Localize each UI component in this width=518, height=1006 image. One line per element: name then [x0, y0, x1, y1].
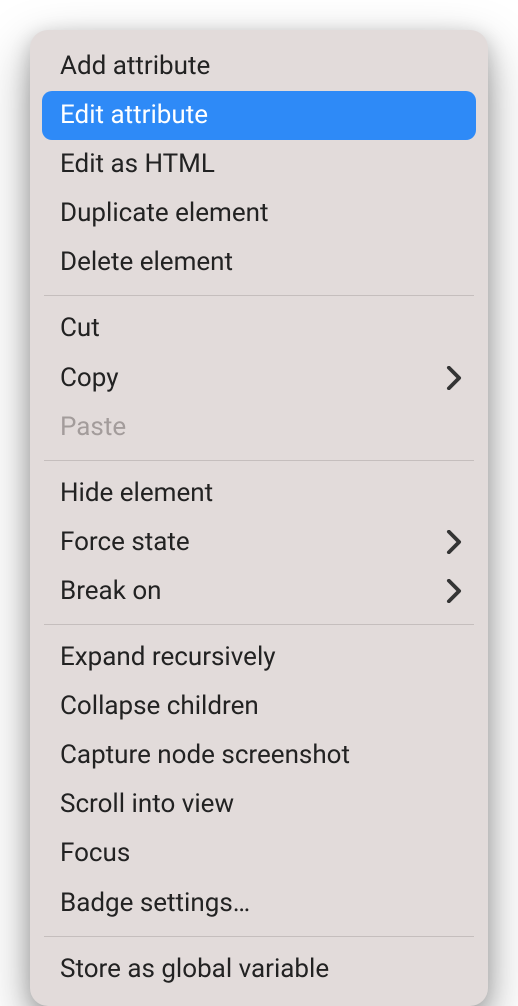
menu-item-label: Expand recursively	[60, 640, 462, 675]
menu-item-label: Copy	[60, 361, 434, 396]
menu-item-edit-as-html[interactable]: Edit as HTML	[30, 140, 488, 189]
menu-item-delete-element[interactable]: Delete element	[30, 238, 488, 287]
menu-item-scroll-into-view[interactable]: Scroll into view	[30, 780, 488, 829]
menu-item-copy[interactable]: Copy	[30, 354, 488, 403]
menu-separator	[44, 624, 474, 625]
menu-item-label: Paste	[60, 410, 462, 445]
menu-item-edit-attribute[interactable]: Edit attribute	[42, 91, 476, 140]
menu-item-label: Store as global variable	[60, 952, 462, 987]
menu-item-label: Scroll into view	[60, 787, 462, 822]
chevron-right-icon	[446, 530, 462, 554]
menu-item-label: Add attribute	[60, 49, 462, 84]
menu-item-collapse-children[interactable]: Collapse children	[30, 682, 488, 731]
chevron-right-icon	[446, 579, 462, 603]
menu-item-force-state[interactable]: Force state	[30, 518, 488, 567]
menu-item-label: Capture node screenshot	[60, 738, 462, 773]
menu-separator	[44, 295, 474, 296]
menu-separator	[44, 460, 474, 461]
menu-item-paste: Paste	[30, 403, 488, 452]
menu-item-label: Focus	[60, 836, 462, 871]
menu-item-label: Force state	[60, 525, 434, 560]
menu-item-duplicate-element[interactable]: Duplicate element	[30, 189, 488, 238]
menu-item-focus[interactable]: Focus	[30, 829, 488, 878]
chevron-right-icon	[446, 366, 462, 390]
menu-item-add-attribute[interactable]: Add attribute	[30, 42, 488, 91]
menu-item-label: Badge settings…	[60, 886, 462, 921]
menu-item-label: Cut	[60, 311, 462, 346]
menu-item-label: Collapse children	[60, 689, 462, 724]
menu-item-label: Duplicate element	[60, 196, 462, 231]
menu-separator	[44, 936, 474, 937]
menu-item-hide-element[interactable]: Hide element	[30, 469, 488, 518]
menu-item-label: Edit as HTML	[60, 147, 462, 182]
menu-item-store-as-global-variable[interactable]: Store as global variable	[30, 945, 488, 994]
menu-item-capture-node-screenshot[interactable]: Capture node screenshot	[30, 731, 488, 780]
menu-item-label: Delete element	[60, 245, 462, 280]
menu-item-break-on[interactable]: Break on	[30, 567, 488, 616]
menu-item-badge-settings[interactable]: Badge settings…	[30, 879, 488, 928]
menu-item-cut[interactable]: Cut	[30, 304, 488, 353]
menu-item-label: Hide element	[60, 476, 462, 511]
menu-item-label: Edit attribute	[60, 98, 462, 133]
menu-item-expand-recursively[interactable]: Expand recursively	[30, 633, 488, 682]
menu-item-label: Break on	[60, 574, 434, 609]
context-menu: Add attribute Edit attribute Edit as HTML D…	[30, 30, 488, 1006]
